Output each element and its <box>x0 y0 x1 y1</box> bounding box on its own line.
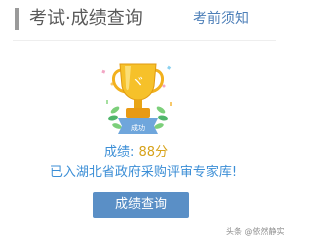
score-value: 88分 <box>138 145 169 160</box>
score-label: 成绩: <box>104 145 135 160</box>
score-line: 成绩: 88分 <box>104 144 168 162</box>
trophy-ribbon-text: 成功 <box>131 123 145 132</box>
confetti-piece <box>101 69 106 74</box>
watermark: 头条 @依然静实 <box>226 227 285 236</box>
header-divider <box>13 40 276 41</box>
page-header: 考试·成绩查询 考前须知 <box>0 0 287 46</box>
laurel-left <box>108 106 122 129</box>
score-query-button[interactable]: 成绩查询 <box>93 192 189 218</box>
laurel-right <box>154 106 168 129</box>
svg-text:ヾ: ヾ <box>131 75 145 91</box>
header-accent-bar <box>15 8 19 30</box>
confetti-piece <box>162 84 166 88</box>
confetti-piece <box>170 102 172 106</box>
confetti-piece <box>167 65 172 70</box>
trophy-icon: ヾ 成功 <box>101 63 172 134</box>
exam-notice-link[interactable]: 考前须知 <box>193 9 249 29</box>
page-title: 考试·成绩查询 <box>29 8 143 29</box>
confetti-piece <box>106 100 108 104</box>
result-status-text: 已入湖北省政府采购评审专家库! <box>49 165 238 180</box>
